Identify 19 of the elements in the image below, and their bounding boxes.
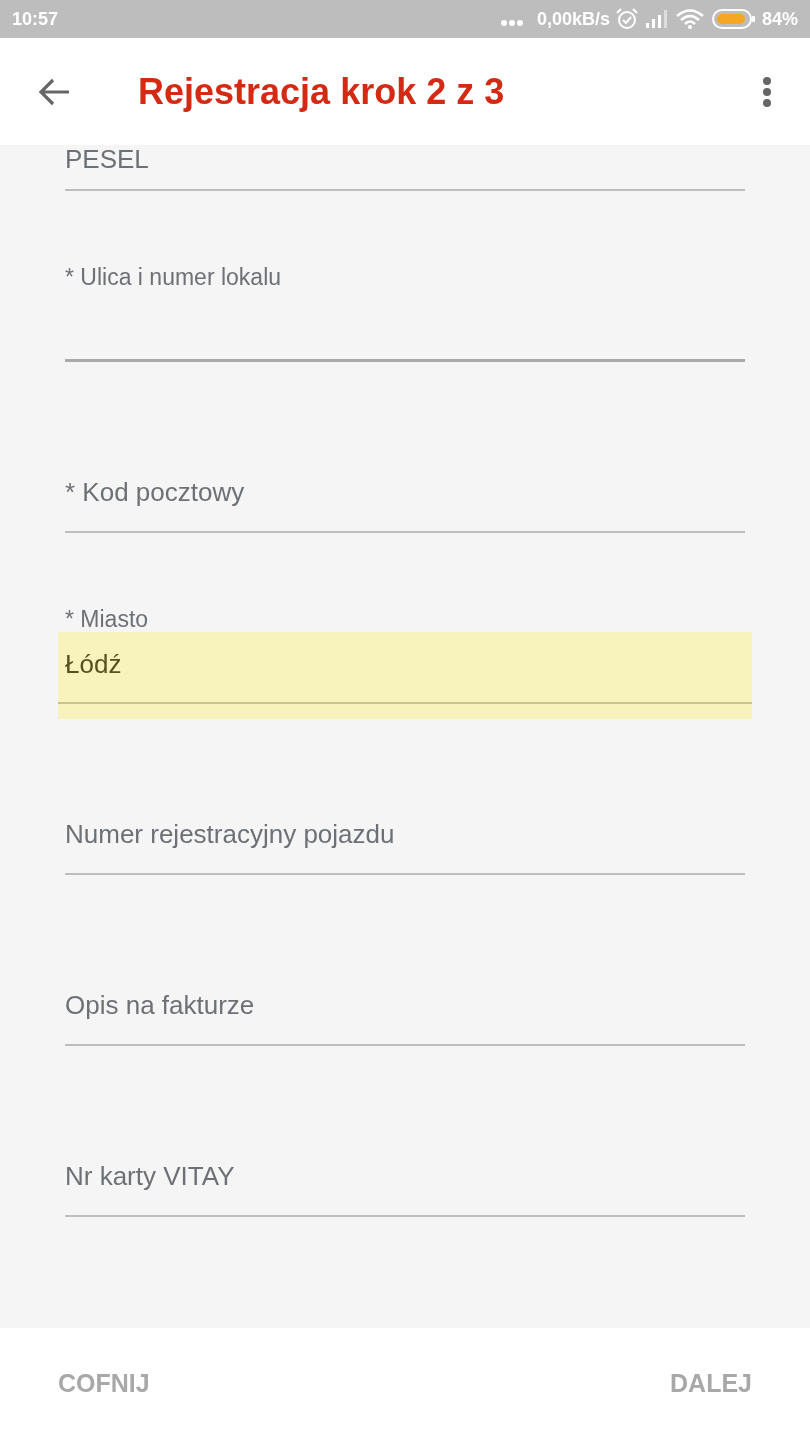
text-field[interactable]: Łódź	[58, 632, 752, 719]
alarm-clock-icon	[615, 8, 638, 30]
text-field[interactable]: Nr karty VITAY	[65, 1147, 745, 1217]
time-text: 10:57	[12, 7, 59, 31]
more-options-icon	[762, 76, 772, 107]
text-field[interactable]: Numer rejestracyjny pojazdu	[65, 805, 745, 875]
screen-title: Rejestracja krok 2 z 3	[138, 69, 506, 114]
wifi-icon	[675, 9, 704, 29]
text-field[interactable]: PESEL	[65, 145, 745, 191]
battery-percent-text: 84%	[761, 7, 798, 31]
back-arrow-icon	[38, 77, 70, 106]
field-label: * Ulica i numer lokalu	[65, 265, 282, 289]
battery-icon	[711, 9, 756, 29]
field-label: * Miasto	[65, 607, 149, 631]
signal-icon	[645, 10, 668, 28]
dots-icon	[500, 20, 523, 26]
network-speed-text: 0,00kB/s	[536, 7, 610, 31]
text-field[interactable]: Opis na fakturze	[65, 976, 745, 1046]
text-field[interactable]: * Kod pocztowy	[65, 463, 745, 533]
